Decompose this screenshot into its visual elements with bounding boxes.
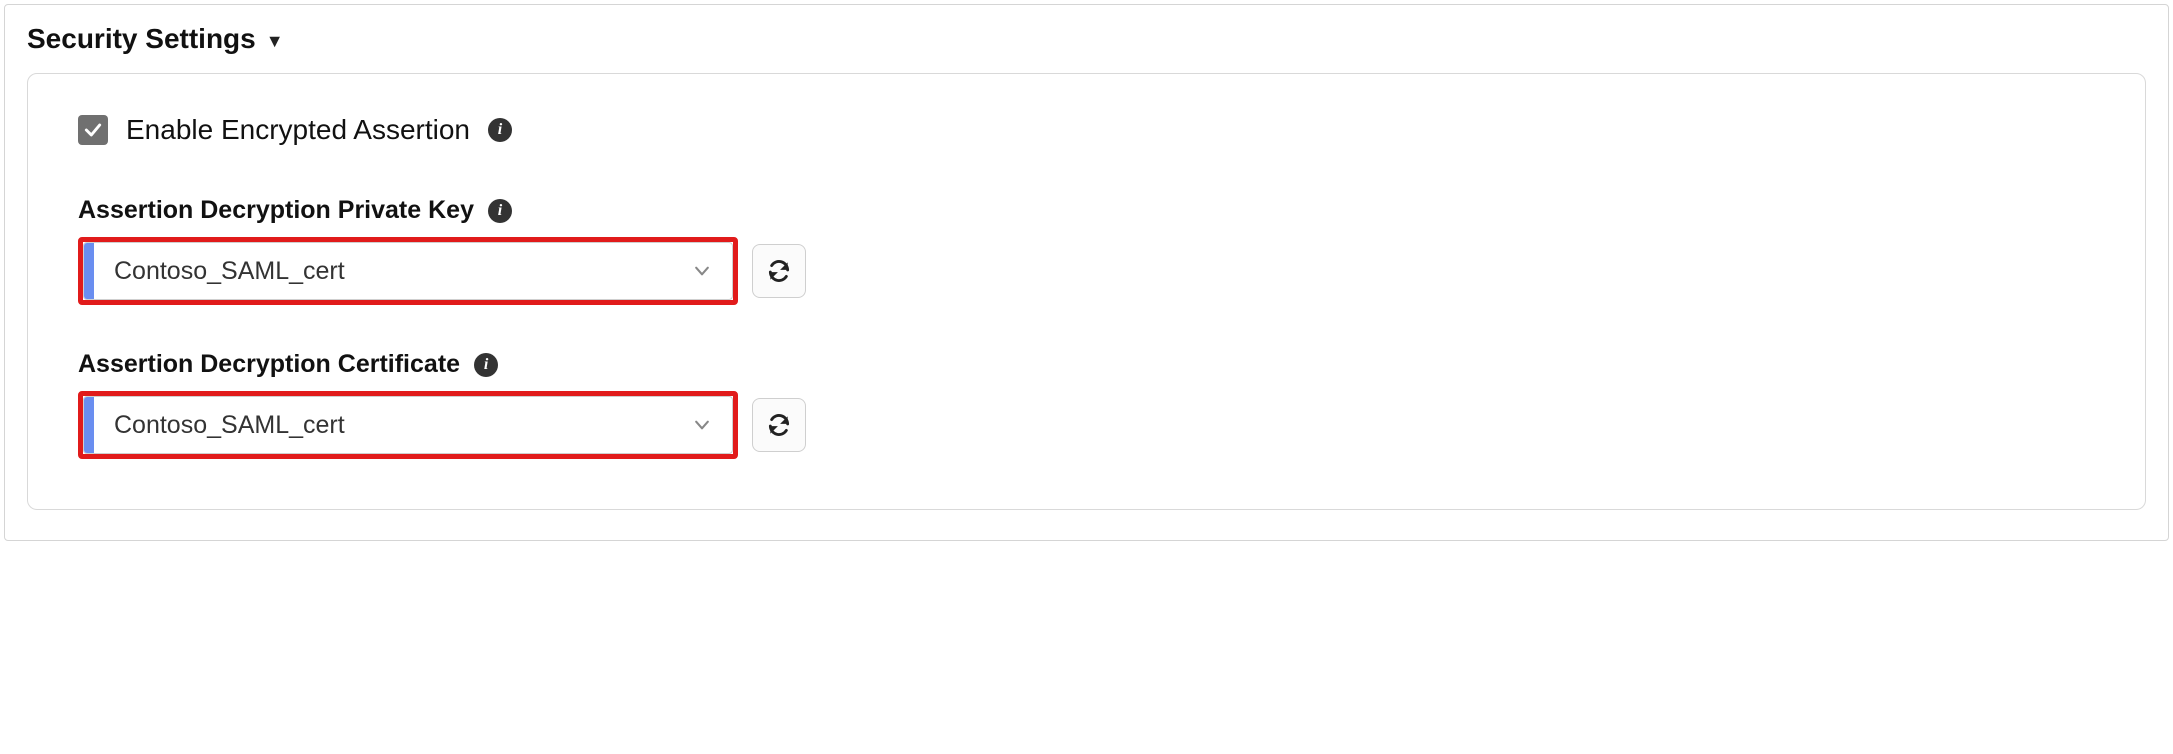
certificate-label-row: Assertion Decryption Certificate i [78, 350, 2095, 379]
private-key-select-row: Contoso_SAML_cert [78, 237, 2095, 305]
security-settings-container: Security Settings ▼ Enable Encrypted Ass… [4, 4, 2169, 541]
refresh-icon [766, 412, 792, 438]
certificate-label: Assertion Decryption Certificate [78, 350, 460, 379]
certificate-refresh-button[interactable] [752, 398, 806, 452]
section-header[interactable]: Security Settings ▼ [27, 23, 2146, 55]
private-key-select[interactable]: Contoso_SAML_cert [83, 242, 733, 300]
select-accent [84, 397, 94, 453]
chevron-down-icon [672, 415, 732, 435]
certificate-highlight: Contoso_SAML_cert [78, 391, 738, 459]
chevron-down-icon [672, 261, 732, 281]
info-icon[interactable]: i [474, 353, 498, 377]
settings-panel: Enable Encrypted Assertion i Assertion D… [27, 73, 2146, 510]
select-accent [84, 243, 94, 299]
enable-encrypted-assertion-label: Enable Encrypted Assertion [126, 114, 470, 146]
refresh-icon [766, 258, 792, 284]
private-key-field: Assertion Decryption Private Key i Conto… [78, 196, 2095, 305]
private-key-value: Contoso_SAML_cert [94, 257, 672, 286]
private-key-highlight: Contoso_SAML_cert [78, 237, 738, 305]
enable-encrypted-assertion-row: Enable Encrypted Assertion i [78, 114, 2095, 146]
certificate-field: Assertion Decryption Certificate i Conto… [78, 350, 2095, 459]
caret-down-icon: ▼ [266, 32, 284, 50]
info-icon[interactable]: i [488, 199, 512, 223]
section-title: Security Settings [27, 23, 256, 55]
info-icon[interactable]: i [488, 118, 512, 142]
private-key-label: Assertion Decryption Private Key [78, 196, 474, 225]
certificate-select[interactable]: Contoso_SAML_cert [83, 396, 733, 454]
certificate-select-row: Contoso_SAML_cert [78, 391, 2095, 459]
private-key-label-row: Assertion Decryption Private Key i [78, 196, 2095, 225]
certificate-value: Contoso_SAML_cert [94, 411, 672, 440]
enable-encrypted-assertion-checkbox[interactable] [78, 115, 108, 145]
check-icon [83, 120, 103, 140]
private-key-refresh-button[interactable] [752, 244, 806, 298]
